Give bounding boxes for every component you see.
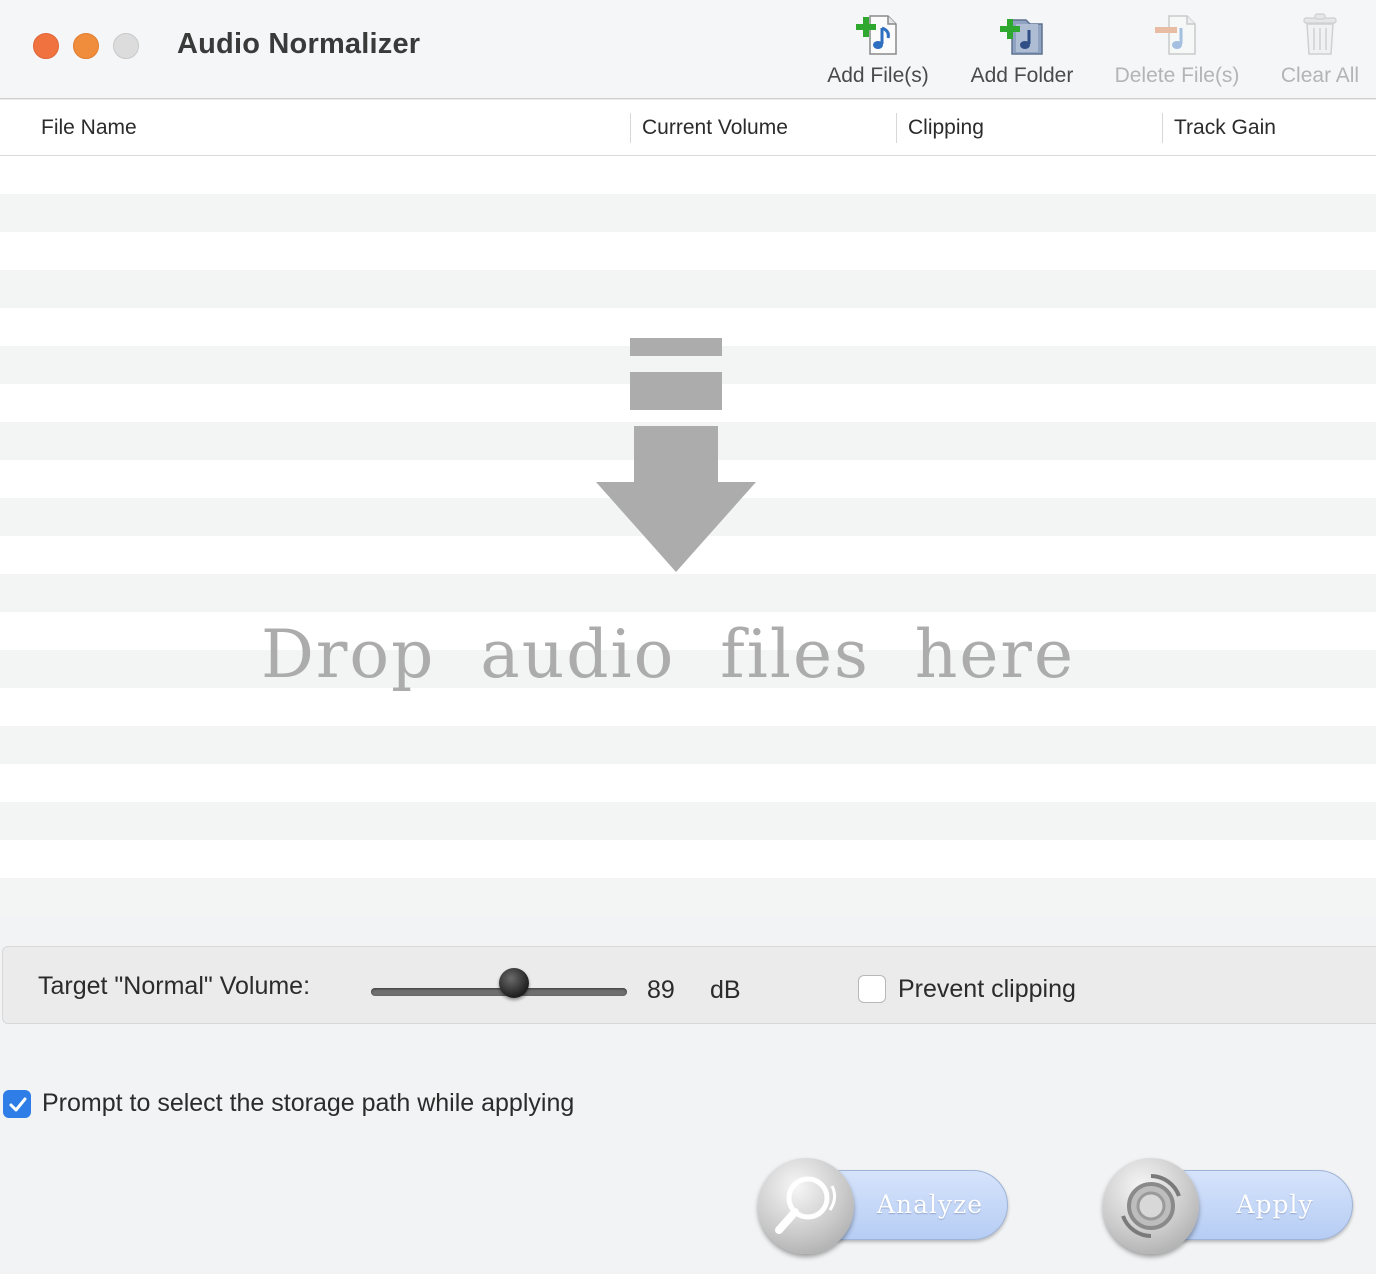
add-folder-icon — [1000, 19, 1043, 55]
drop-hint-text: Drop audio files here — [260, 616, 1076, 693]
table-row — [0, 764, 1376, 802]
volume-unit: dB — [710, 976, 741, 1004]
volume-slider-track[interactable] — [371, 988, 627, 996]
table-row — [0, 688, 1376, 726]
gear-icon — [1121, 1174, 1181, 1238]
zoom-window-button[interactable] — [113, 33, 139, 59]
column-divider[interactable] — [630, 113, 631, 143]
clear-all-label: Clear All — [1280, 64, 1360, 87]
window-title: Audio Normalizer — [177, 28, 421, 60]
add-folder-label: Add Folder — [970, 64, 1074, 87]
target-volume-label: Target "Normal" Volume: — [38, 972, 311, 1000]
table-row — [0, 878, 1376, 916]
table-row — [0, 840, 1376, 878]
column-clipping[interactable]: Clipping — [908, 100, 984, 156]
table-row — [0, 270, 1376, 308]
prevent-clipping-label[interactable]: Prevent clipping — [898, 975, 1076, 1004]
delete-files-label: Delete File(s) — [1114, 64, 1240, 87]
apply-button[interactable]: Apply — [1103, 1158, 1358, 1254]
drop-arrow-icon — [596, 338, 756, 572]
add-file-icon — [856, 15, 897, 55]
trash-icon — [1303, 13, 1337, 55]
checkmark-icon — [9, 1097, 27, 1112]
analyze-label: Analyze — [876, 1190, 984, 1219]
add-folder-button[interactable]: Add Folder — [962, 10, 1082, 95]
file-table-header: File Name Current Volume Clipping Track … — [0, 100, 1376, 156]
apply-label: Apply — [1236, 1190, 1314, 1219]
add-files-label: Add File(s) — [827, 64, 929, 87]
title-bar: Audio Normalizer Add File(s) Add Folder — [0, 0, 1376, 99]
prompt-storage-path-checkbox[interactable] — [3, 1090, 31, 1118]
add-files-button[interactable]: Add File(s) — [820, 10, 936, 95]
table-row — [0, 726, 1376, 764]
table-row — [0, 232, 1376, 270]
delete-files-button[interactable]: Delete File(s) — [1106, 10, 1248, 95]
analyze-orb — [758, 1158, 854, 1254]
volume-value: 89 — [647, 976, 675, 1004]
table-row — [0, 574, 1376, 612]
table-row — [0, 802, 1376, 840]
column-current-volume[interactable]: Current Volume — [642, 100, 788, 156]
table-row — [0, 194, 1376, 232]
column-file-name[interactable]: File Name — [41, 100, 137, 156]
column-track-gain[interactable]: Track Gain — [1174, 100, 1276, 156]
minimize-window-button[interactable] — [73, 33, 99, 59]
prevent-clipping-checkbox[interactable] — [858, 975, 886, 1003]
table-row — [0, 156, 1376, 194]
clear-all-button[interactable]: Clear All — [1272, 10, 1368, 95]
delete-file-icon — [1155, 15, 1196, 55]
column-divider[interactable] — [896, 113, 897, 143]
apply-orb — [1103, 1158, 1199, 1254]
prompt-storage-path-label[interactable]: Prompt to select the storage path while … — [42, 1089, 574, 1118]
analyze-button[interactable]: Analyze — [758, 1158, 1013, 1254]
magnifier-icon — [775, 1176, 837, 1234]
column-divider[interactable] — [1162, 113, 1163, 143]
close-window-button[interactable] — [33, 33, 59, 59]
